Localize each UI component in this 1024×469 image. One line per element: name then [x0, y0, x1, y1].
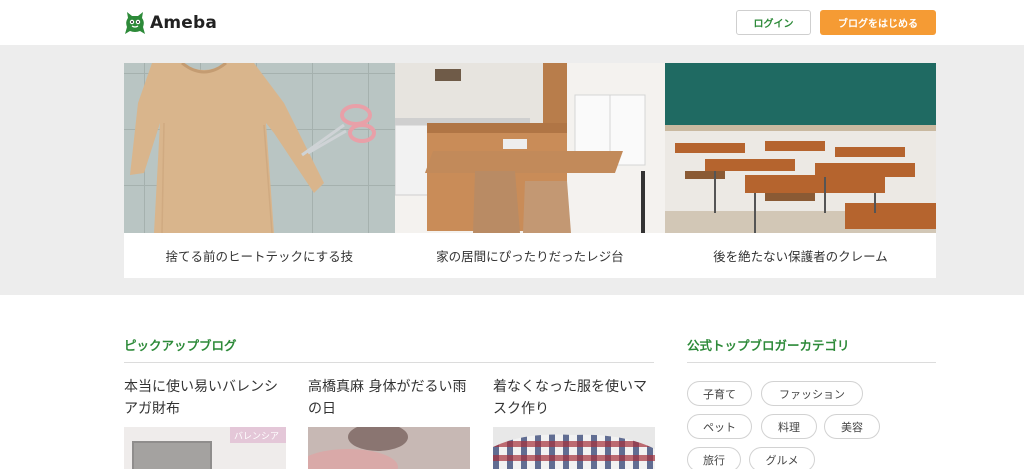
- pickup-item[interactable]: 着なくなった服を使いマスク作り: [493, 376, 655, 469]
- hero-image-shirt: [124, 63, 395, 233]
- category-tag[interactable]: ファッション: [761, 381, 863, 406]
- pickup-item-thumbnail: [493, 427, 655, 469]
- ameba-logo[interactable]: Ameba: [124, 9, 217, 37]
- hero-card[interactable]: 後を絶たない保護者のクレーム: [665, 63, 936, 278]
- hero-image-classroom: [665, 63, 936, 233]
- pickup-thumb-label: バレンシア: [234, 432, 280, 442]
- category-tag[interactable]: グルメ: [749, 447, 815, 469]
- pickup-item-title: 本当に使い易いバレンシアガ財布: [124, 379, 278, 417]
- category-divider: [687, 362, 936, 363]
- pickup-item[interactable]: 本当に使い易いバレンシアガ財布 バレンシア: [124, 376, 286, 469]
- login-button[interactable]: ログイン: [736, 10, 811, 35]
- category-tag[interactable]: 美容: [824, 414, 880, 439]
- category-tag[interactable]: 子育て: [687, 381, 752, 406]
- pickup-item-title: 着なくなった服を使いマスク作り: [493, 379, 647, 417]
- hero-caption: 捨てる前のヒートテックにする技: [165, 249, 354, 264]
- category-tag[interactable]: ペット: [687, 414, 752, 439]
- pickup-section-title: ピックアップブログ: [124, 338, 237, 353]
- site-header: Ameba ログイン ブログをはじめる: [0, 0, 1024, 45]
- pickup-divider: [124, 362, 654, 363]
- hero-caption: 家の居間にぴったりだったレジ台: [436, 249, 624, 264]
- hero-card[interactable]: 捨てる前のヒートテックにする技: [124, 63, 395, 278]
- hero-caption: 後を絶たない保護者のクレーム: [713, 249, 888, 264]
- category-tag[interactable]: 旅行: [687, 447, 741, 469]
- pickup-item[interactable]: 高橋真麻 身体がだるい雨の日: [308, 376, 470, 469]
- hero-card-list: 捨てる前のヒートテックにする技 家の居間にぴったりだったレジ台 後を絶たない保護…: [124, 63, 936, 278]
- category-section-title: 公式トップブロガーカテゴリ: [687, 338, 850, 353]
- category-tag[interactable]: 料理: [761, 414, 817, 439]
- hero-image-kitchen: [394, 63, 666, 233]
- pickup-item-thumbnail: [308, 427, 470, 469]
- pickup-item-thumbnail: バレンシア: [124, 427, 286, 469]
- logo-text: Ameba: [150, 13, 218, 33]
- hero-banner: 捨てる前のヒートテックにする技 家の居間にぴったりだったレジ台 後を絶たない保護…: [0, 45, 1024, 295]
- start-blog-button[interactable]: ブログをはじめる: [820, 10, 936, 35]
- hero-card[interactable]: 家の居間にぴったりだったレジ台: [394, 63, 666, 278]
- pickup-item-title: 高橋真麻 身体がだるい雨の日: [308, 379, 467, 417]
- ameba-mascot-icon: [125, 12, 145, 34]
